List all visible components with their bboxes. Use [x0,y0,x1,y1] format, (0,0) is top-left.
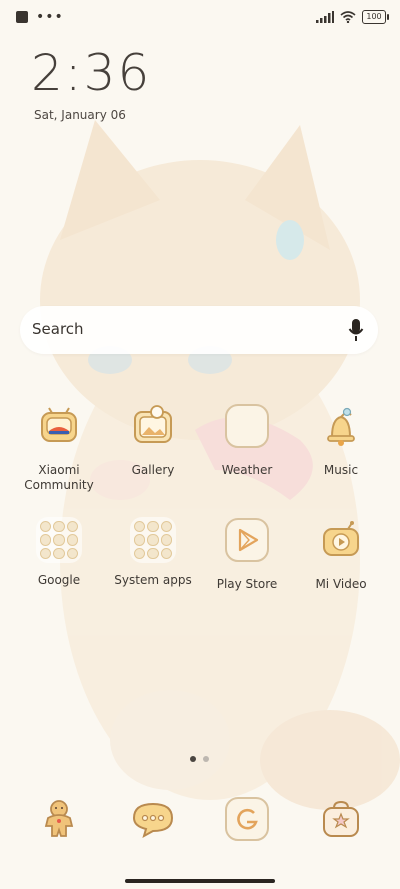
app-label: Mi Video [315,577,367,591]
gallery-icon [134,405,172,443]
mini-app-icon [147,534,159,546]
more-notifications-icon: ••• [36,9,64,25]
gingerbread-icon[interactable] [36,796,82,842]
folder-icon [36,517,82,563]
battery-icon: 100 [362,10,389,24]
play-store-icon [225,518,269,562]
video-icon [323,521,359,556]
mini-app-icon [66,534,78,546]
mini-app-icon [66,547,78,559]
mini-app-icon [134,534,146,546]
clock-time[interactable]: 2:36 [31,44,151,102]
mini-app-icon [134,547,146,559]
app-label: Gallery [131,463,175,477]
mini-app-icon [160,547,172,559]
google-icon[interactable] [224,796,270,842]
app-label: System apps [114,573,192,587]
app-xiaomi-community[interactable]: Xiaomi Community [12,403,106,493]
home-gesture-bar[interactable] [125,879,275,883]
mini-app-icon [53,534,65,546]
app-label-line2: Community [24,478,94,492]
app-play-store[interactable]: Play Store [200,517,294,592]
search-bar[interactable]: Search [20,306,378,354]
toolbox-icon[interactable] [318,796,364,842]
signal-icon [316,11,334,23]
app-weather[interactable]: Weather [200,403,294,478]
mic-icon[interactable] [348,318,364,342]
notification-icon [16,11,28,23]
app-label: Music [323,463,359,477]
app-label: Google [37,573,81,587]
mini-app-icon [147,547,159,559]
mini-app-icon [40,534,52,546]
app-label: Weather [221,463,273,477]
app-label: Play Store [216,577,278,591]
chat-bubble-icon[interactable] [130,796,176,842]
mini-app-icon [40,547,52,559]
wifi-icon [340,11,356,23]
folder-google[interactable]: Google [12,517,106,588]
tv-icon [41,407,77,442]
bell-music-icon [327,407,355,446]
mini-app-icon [40,521,52,533]
mini-app-icon [53,521,65,533]
app-music[interactable]: Music [294,403,388,478]
folder-system-apps[interactable]: System apps [106,517,200,588]
mini-app-icon [160,534,172,546]
weather-icon [225,404,269,448]
search-label: Search [32,320,84,338]
page-dot [203,756,209,762]
app-mi-video[interactable]: Mi Video [294,517,388,592]
mini-app-icon [134,521,146,533]
page-dot-active [190,756,196,762]
app-label: Xiaomi [38,463,80,477]
mini-app-icon [53,547,65,559]
folder-icon [130,517,176,563]
page-indicator [190,756,209,762]
app-gallery[interactable]: Gallery [106,403,200,478]
mini-app-icon [66,521,78,533]
system-indicators: 100 [316,10,389,24]
notification-area: ••• [16,9,64,25]
status-bar: ••• 100 [0,0,400,36]
mini-app-icon [147,521,159,533]
mini-app-icon [160,521,172,533]
clock-date[interactable]: Sat, January 06 [34,108,126,122]
